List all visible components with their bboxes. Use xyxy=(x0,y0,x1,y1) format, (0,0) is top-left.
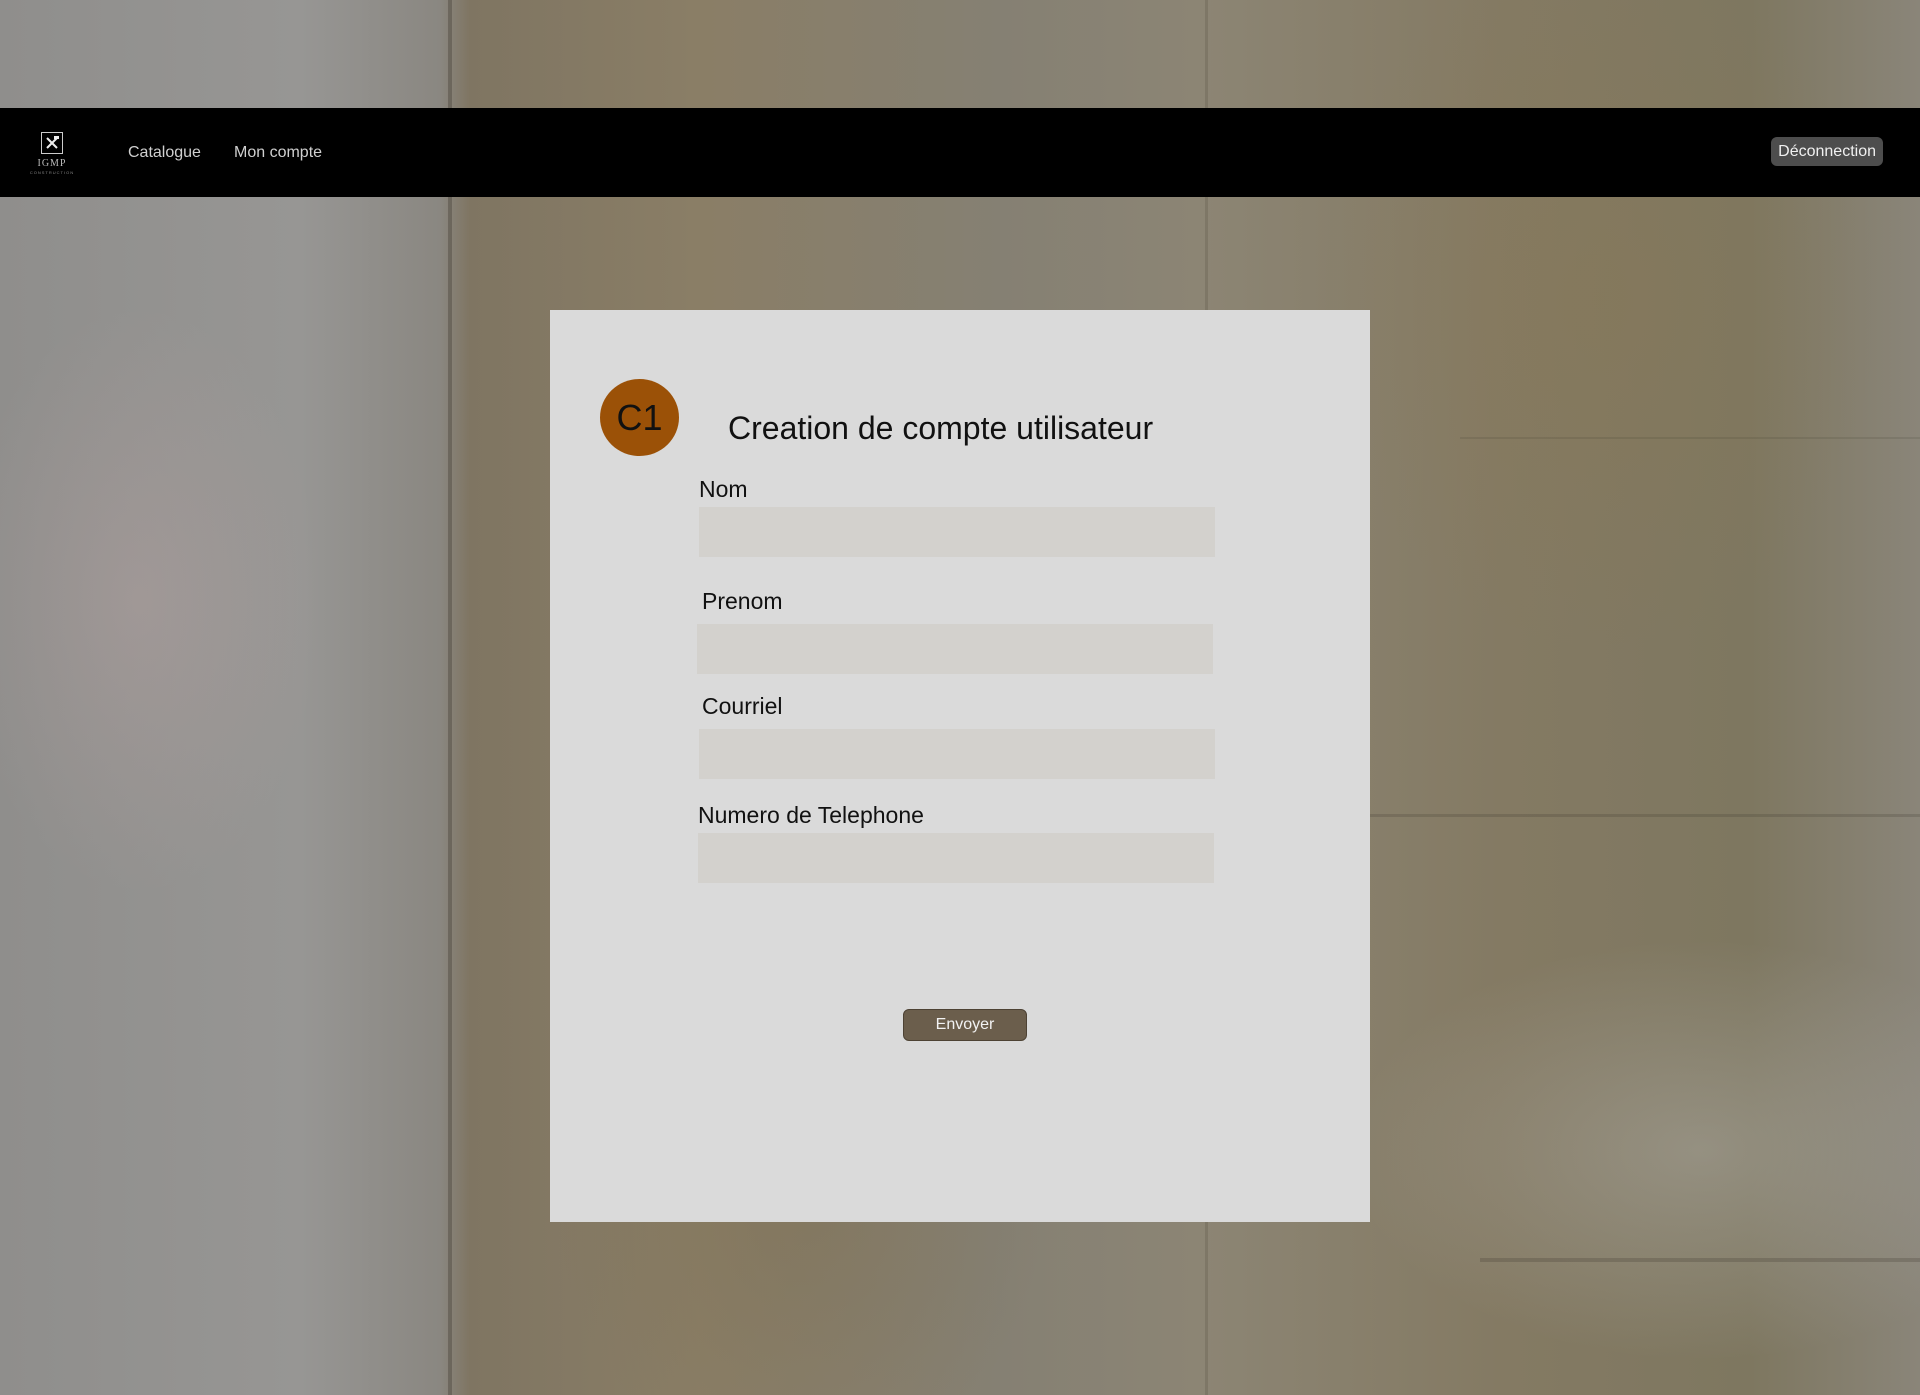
wall-texture-line xyxy=(448,0,452,1395)
tools-icon xyxy=(41,132,63,154)
top-navigation-bar: IGMP CONSTRUCTION Catalogue Mon compte D… xyxy=(0,108,1920,197)
nom-label: Nom xyxy=(699,476,748,502)
logo-text: IGMP xyxy=(37,158,67,169)
account-creation-card: C1 Creation de compte utilisateur Nom Pr… xyxy=(550,310,1370,1222)
wall-texture-line xyxy=(1370,814,1920,817)
nom-input[interactable] xyxy=(699,507,1215,557)
logout-button[interactable]: Déconnection xyxy=(1771,137,1883,166)
wall-texture-line xyxy=(1460,437,1920,439)
page-title: Creation de compte utilisateur xyxy=(728,410,1154,446)
prenom-input[interactable] xyxy=(697,624,1213,674)
prenom-label: Prenom xyxy=(702,588,783,614)
wall-texture-line xyxy=(1480,1258,1920,1262)
nav-link-catalogue[interactable]: Catalogue xyxy=(128,144,201,162)
logo-subtext: CONSTRUCTION xyxy=(29,170,75,175)
brand-logo[interactable]: IGMP CONSTRUCTION xyxy=(26,132,78,182)
courriel-input[interactable] xyxy=(699,729,1215,779)
telephone-label: Numero de Telephone xyxy=(698,802,924,828)
nav-link-mon-compte[interactable]: Mon compte xyxy=(234,144,322,162)
courriel-label: Courriel xyxy=(702,693,783,719)
telephone-input[interactable] xyxy=(698,833,1214,883)
submit-button[interactable]: Envoyer xyxy=(903,1009,1027,1041)
avatar: C1 xyxy=(600,379,679,456)
